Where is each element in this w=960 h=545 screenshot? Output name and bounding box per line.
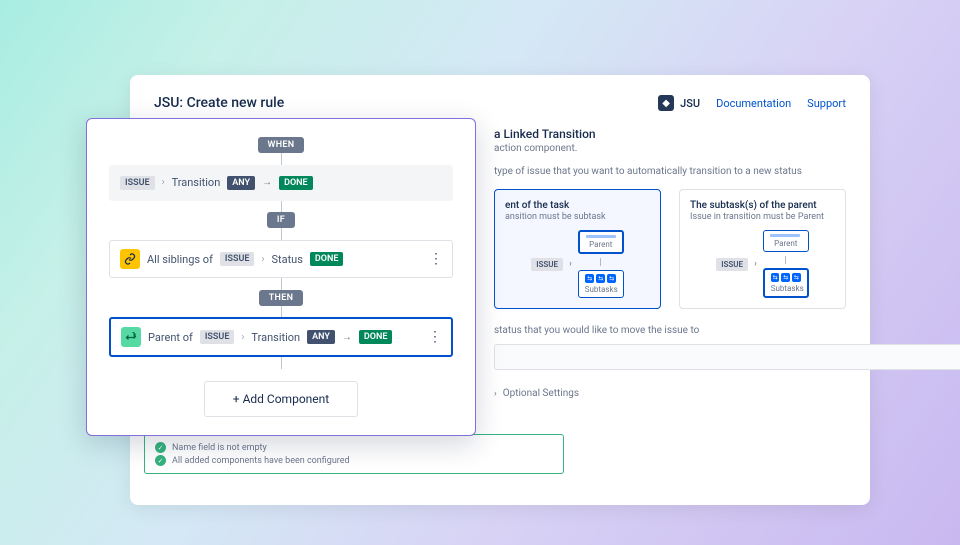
chevron-icon: › — [261, 254, 264, 265]
more-menu-button[interactable]: ⋮ — [429, 251, 442, 267]
diagram-col: Parent ⇆⇆⇆ Subtasks — [763, 230, 809, 298]
chevron-icon: › — [162, 177, 165, 188]
diagram-1: ISSUE › Parent ⇆⇆⇆ Subtasks — [505, 230, 650, 298]
brand: ◆ JSU — [658, 95, 700, 111]
more-menu-button[interactable]: ⋮ — [428, 329, 441, 345]
arrow-icon: → — [262, 177, 272, 188]
parent-box: Parent — [578, 230, 624, 254]
check-icon: ✓ — [155, 442, 166, 453]
done-chip: DONE — [359, 330, 393, 344]
parent-box: Parent — [763, 230, 809, 252]
option-row: ent of the task ansition must be subtask… — [494, 189, 846, 309]
parent-of-label: Parent of — [148, 331, 193, 344]
transition-label: Transition — [251, 331, 300, 344]
done-chip: DONE — [279, 176, 313, 190]
optional-settings-toggle[interactable]: › Optional Settings — [494, 388, 846, 399]
check-components-configured: ✓ All added components have been configu… — [155, 454, 553, 467]
done-chip: DONE — [310, 252, 344, 266]
option-title: ent of the task — [505, 200, 650, 211]
issue-chip: ISSUE — [716, 258, 748, 271]
rule-builder-overlay: WHEN ISSUE › Transition ANY → DONE IF Al… — [86, 118, 476, 436]
issue-chip: ISSUE — [120, 176, 155, 190]
brand-label: JSU — [680, 97, 700, 110]
when-row[interactable]: ISSUE › Transition ANY → DONE — [109, 165, 453, 201]
option-sub: ansition must be subtask — [505, 212, 650, 222]
check-name-not-empty: ✓ Name field is not empty — [155, 441, 553, 454]
status-label: Status — [271, 253, 302, 266]
arrow-icon: › — [569, 259, 572, 269]
arrow-icon: → — [342, 332, 352, 343]
optional-label: Optional Settings — [503, 388, 579, 399]
then-label: THEN — [259, 290, 304, 306]
arrow-icon: › — [754, 259, 757, 269]
check-icon: ✓ — [155, 455, 166, 466]
support-link[interactable]: Support — [807, 97, 846, 110]
option-parent-of-task[interactable]: ent of the task ansition must be subtask… — [494, 189, 661, 309]
subtasks-box: ⇆⇆⇆ Subtasks — [763, 268, 809, 298]
if-label: IF — [267, 212, 295, 228]
page-title: JSU: Create new rule — [154, 95, 284, 111]
when-label: WHEN — [258, 137, 305, 153]
if-row[interactable]: All siblings of ISSUE › Status DONE ⋮ — [109, 240, 453, 278]
issue-chip: ISSUE — [531, 258, 563, 271]
any-chip: ANY — [307, 330, 335, 344]
documentation-link[interactable]: Documentation — [716, 97, 791, 110]
header-right: ◆ JSU Documentation Support — [658, 95, 846, 111]
diagram-2: ISSUE › Parent ⇆⇆⇆ Subtasks — [690, 230, 835, 298]
section-title: a Linked Transition — [494, 127, 846, 141]
option-sub: Issue in transition must be Parent — [690, 212, 835, 222]
issue-chip: ISSUE — [200, 330, 235, 344]
any-chip: ANY — [227, 176, 255, 190]
validation-checks: ✓ Name field is not empty ✓ All added co… — [144, 434, 564, 474]
link-icon — [120, 249, 140, 269]
panel-header: JSU: Create new rule ◆ JSU Documentation… — [154, 95, 846, 111]
section-subtitle: action component. — [494, 143, 846, 154]
chevron-right-icon: › — [494, 389, 497, 399]
add-component-button[interactable]: + Add Component — [204, 381, 358, 417]
transition-label: Transition — [172, 176, 221, 189]
option-title: The subtask(s) of the parent — [690, 200, 835, 211]
subtasks-box: ⇆⇆⇆ Subtasks — [578, 270, 624, 298]
brand-icon: ◆ — [658, 95, 674, 111]
status-subtitle: status that you would like to move the i… — [494, 325, 846, 336]
then-row[interactable]: Parent of ISSUE › Transition ANY → DONE … — [109, 317, 453, 357]
diagram-col: Parent ⇆⇆⇆ Subtasks — [578, 230, 624, 298]
siblings-label: All siblings of — [147, 253, 213, 266]
chevron-icon: › — [241, 332, 244, 343]
option-subtasks-of-parent[interactable]: The subtask(s) of the parent Issue in tr… — [679, 189, 846, 309]
issue-chip: ISSUE — [220, 252, 255, 266]
transition-icon — [121, 327, 141, 347]
pick-subtitle: type of issue that you want to automatic… — [494, 166, 846, 177]
status-select[interactable]: ⌄ — [494, 344, 960, 370]
